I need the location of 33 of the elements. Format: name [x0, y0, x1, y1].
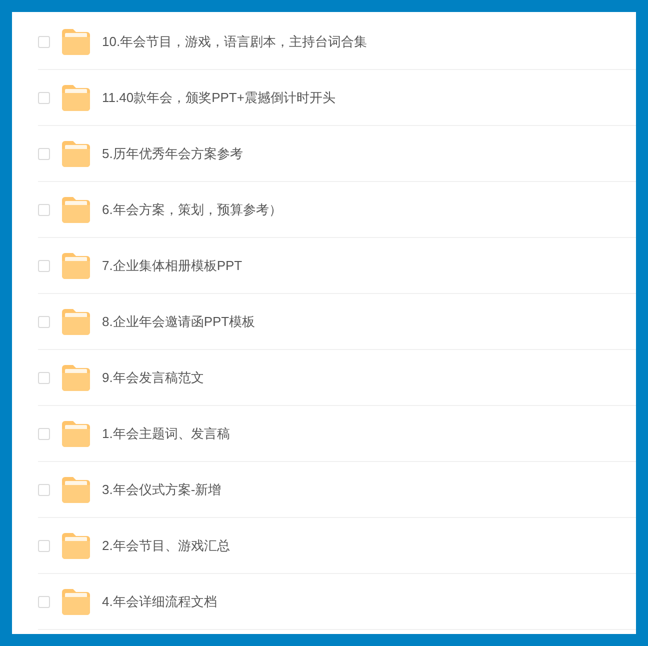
checkbox[interactable] [38, 428, 50, 440]
file-name[interactable]: 2.年会节目、游戏汇总 [102, 536, 230, 556]
file-name[interactable]: 9.年会发言稿范文 [102, 368, 204, 388]
file-name[interactable]: 7.企业集体相册模板PPT [102, 256, 242, 276]
folder-icon [62, 588, 90, 614]
checkbox[interactable] [38, 596, 50, 608]
folder-icon [62, 532, 90, 558]
folder-icon [62, 140, 90, 166]
folder-icon [62, 308, 90, 334]
checkbox[interactable] [38, 484, 50, 496]
folder-icon [62, 476, 90, 502]
file-name[interactable]: 6.年会方案，策划，预算参考） [102, 200, 282, 220]
checkbox[interactable] [38, 92, 50, 104]
file-name[interactable]: 8.企业年会邀请函PPT模板 [102, 312, 256, 332]
checkbox[interactable] [38, 260, 50, 272]
folder-icon [62, 28, 90, 54]
file-name[interactable]: 1.年会主题词、发言稿 [102, 424, 230, 444]
checkbox[interactable] [38, 540, 50, 552]
file-name[interactable]: 5.历年优秀年会方案参考 [102, 144, 243, 164]
file-name[interactable]: 10.年会节目，游戏，语言剧本，主持台词合集 [102, 32, 368, 52]
file-name[interactable]: 4.年会详细流程文档 [102, 592, 217, 612]
checkbox[interactable] [38, 316, 50, 328]
folder-icon [62, 84, 90, 110]
file-name[interactable]: 11.40款年会，颁奖PPT+震撼倒计时开头 [102, 88, 336, 108]
folder-icon [62, 196, 90, 222]
file-name[interactable]: 3.年会仪式方案-新增 [102, 480, 222, 500]
checkbox[interactable] [38, 148, 50, 160]
checkbox[interactable] [38, 204, 50, 216]
folder-icon [62, 364, 90, 390]
folder-icon [62, 420, 90, 446]
checkbox[interactable] [38, 372, 50, 384]
folder-icon [62, 252, 90, 278]
checkbox[interactable] [38, 36, 50, 48]
